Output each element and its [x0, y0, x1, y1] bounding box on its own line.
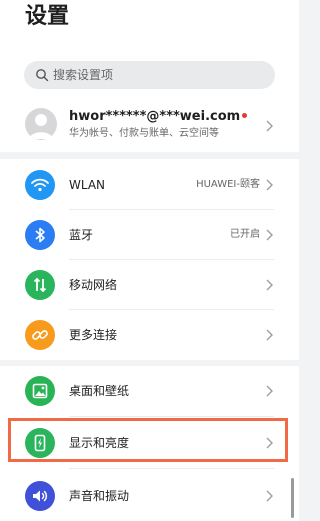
account-name-line: hwor******@***wei.com — [69, 109, 248, 125]
settings-item-sound-vibration[interactable]: 声音和振动 — [0, 471, 299, 521]
notification-dot — [242, 113, 248, 118]
bluetooth-icon — [25, 220, 55, 250]
settings-item-label: 移动网络 — [69, 278, 118, 292]
search-placeholder: 搜索设置项 — [53, 68, 114, 82]
divider — [69, 416, 274, 417]
connectivity-card: WLAN HUAWEI-颐客 蓝牙 已开启 移动网络 更多连接 — [0, 159, 299, 360]
settings-item-wlan[interactable]: WLAN HUAWEI-颐客 — [0, 160, 299, 210]
search-icon — [36, 69, 49, 82]
user-icon — [29, 114, 53, 139]
search-bar[interactable]: 搜索设置项 — [24, 61, 275, 89]
settings-item-mobile-network[interactable]: 移动网络 — [0, 260, 299, 310]
chevron-right-icon — [266, 490, 273, 502]
mobile-network-icon — [25, 270, 55, 300]
settings-item-bluetooth[interactable]: 蓝牙 已开启 — [0, 210, 299, 260]
chevron-right-icon — [266, 179, 273, 191]
highlight-box — [8, 418, 288, 462]
settings-item-value: 已开启 — [230, 229, 260, 240]
chevron-right-icon — [266, 385, 273, 397]
settings-item-value: HUAWEI-颐客 — [196, 179, 260, 190]
account-name: hwor******@***wei.com — [69, 109, 241, 124]
settings-item-label: 桌面和壁纸 — [69, 384, 130, 398]
settings-item-label: WLAN — [69, 178, 106, 192]
chevron-right-icon — [266, 279, 273, 291]
wallpaper-icon — [25, 376, 55, 406]
chevron-right-icon — [266, 229, 273, 241]
settings-item-home-wallpaper[interactable]: 桌面和壁纸 — [0, 366, 299, 416]
scrollbar[interactable] — [291, 478, 294, 518]
settings-item-label: 更多连接 — [69, 328, 118, 342]
settings-item-label: 蓝牙 — [69, 228, 94, 242]
divider — [69, 468, 274, 469]
page-title: 设置 — [25, 4, 70, 29]
account-row[interactable]: hwor******@***wei.com 华为帐号、付款与账单、云空间等 — [0, 102, 299, 152]
chevron-right-icon — [266, 120, 273, 132]
sound-icon — [25, 481, 55, 511]
avatar — [25, 108, 57, 140]
link-icon — [25, 320, 55, 350]
account-subtitle: 华为帐号、付款与账单、云空间等 — [69, 128, 219, 139]
settings-item-more-connections[interactable]: 更多连接 — [0, 310, 299, 360]
settings-item-label: 声音和振动 — [69, 489, 130, 503]
wifi-icon — [25, 170, 55, 200]
header-section: 设置 搜索设置项 hwor******@***wei.com 华为帐号、付款与账… — [0, 0, 299, 152]
chevron-right-icon — [266, 329, 273, 341]
